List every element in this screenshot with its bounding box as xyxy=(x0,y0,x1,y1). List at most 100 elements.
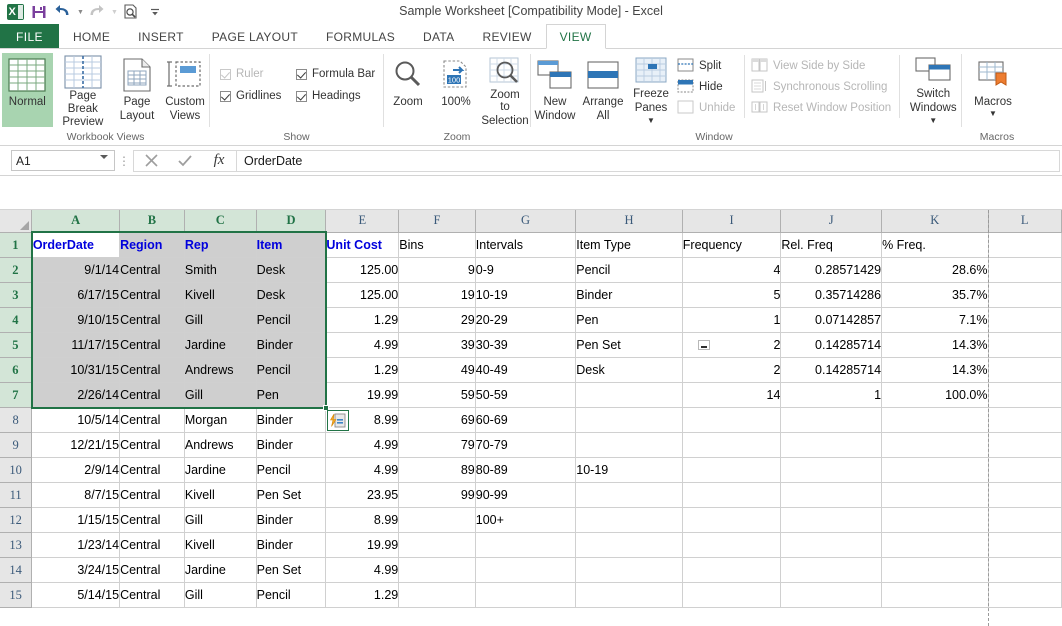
checkbox-headings[interactable]: Headings xyxy=(296,85,381,107)
cell-J15[interactable] xyxy=(781,583,882,608)
row-header-14[interactable]: 14 xyxy=(0,558,32,583)
cell-D6[interactable]: Pencil xyxy=(256,358,326,383)
cell-C12[interactable]: Gill xyxy=(184,508,256,533)
cell-H15[interactable] xyxy=(576,583,683,608)
cell-D8[interactable]: Binder xyxy=(256,408,326,433)
column-header-K[interactable]: K xyxy=(882,210,988,232)
split-button[interactable]: Split xyxy=(675,55,740,76)
cell-L3[interactable] xyxy=(988,283,1062,308)
cell-J8[interactable] xyxy=(781,408,882,433)
row-header-6[interactable]: 6 xyxy=(0,358,32,383)
cell-K13[interactable] xyxy=(882,533,988,558)
macros-button[interactable]: Macros ▼ xyxy=(962,53,1024,127)
cell-F9[interactable]: 79 xyxy=(399,433,476,458)
zoom-button[interactable]: Zoom xyxy=(384,53,432,127)
cell-J12[interactable] xyxy=(781,508,882,533)
cell-C14[interactable]: Jardine xyxy=(184,558,256,583)
cell-H5[interactable]: Pen Set xyxy=(576,333,683,358)
cell-J2[interactable]: 0.28571429 xyxy=(781,258,882,283)
cell-F13[interactable] xyxy=(399,533,476,558)
cell-J4[interactable]: 0.07142857 xyxy=(781,308,882,333)
cell-B12[interactable]: Central xyxy=(120,508,185,533)
cell-A14[interactable]: 3/24/15 xyxy=(32,558,120,583)
cell-B5[interactable]: Central xyxy=(120,333,185,358)
tab-view[interactable]: VIEW xyxy=(546,24,606,49)
cell-C8[interactable]: Morgan xyxy=(184,408,256,433)
cell-H14[interactable] xyxy=(576,558,683,583)
cell-E14[interactable]: 4.99 xyxy=(326,558,399,583)
cell-A15[interactable]: 5/14/15 xyxy=(32,583,120,608)
cell-I5[interactable]: 2 xyxy=(682,333,781,358)
cell-E10[interactable]: 4.99 xyxy=(326,458,399,483)
column-header-E[interactable]: E xyxy=(326,210,399,232)
switch-windows-dropdown-icon[interactable]: ▼ xyxy=(929,116,937,125)
cell-H9[interactable] xyxy=(576,433,683,458)
cell-I15[interactable] xyxy=(682,583,781,608)
cell-F4[interactable]: 29 xyxy=(399,308,476,333)
cell-L2[interactable] xyxy=(988,258,1062,283)
cell-L15[interactable] xyxy=(988,583,1062,608)
cell-K2[interactable]: 28.6% xyxy=(882,258,988,283)
cell-L13[interactable] xyxy=(988,533,1062,558)
cell-J1[interactable]: Rel. Freq xyxy=(781,232,882,258)
zoom-100-button[interactable]: 100 100% xyxy=(432,53,480,127)
new-window-button[interactable]: New Window xyxy=(531,53,579,127)
cell-L9[interactable] xyxy=(988,433,1062,458)
cell-F7[interactable]: 59 xyxy=(399,383,476,408)
cell-A13[interactable]: 1/23/14 xyxy=(32,533,120,558)
page-layout-button[interactable]: Page Layout xyxy=(113,53,161,127)
cell-E11[interactable]: 23.95 xyxy=(326,483,399,508)
freeze-panes-button[interactable]: Freeze Panes ▼ xyxy=(627,53,675,127)
column-header-G[interactable]: G xyxy=(475,210,576,232)
row-header-10[interactable]: 10 xyxy=(0,458,32,483)
cell-B13[interactable]: Central xyxy=(120,533,185,558)
tab-insert[interactable]: INSERT xyxy=(124,24,198,49)
cell-I6[interactable]: 2 xyxy=(682,358,781,383)
cell-B2[interactable]: Central xyxy=(120,258,185,283)
row-header-4[interactable]: 4 xyxy=(0,308,32,333)
cell-K10[interactable] xyxy=(882,458,988,483)
row-header-2[interactable]: 2 xyxy=(0,258,32,283)
name-box-dropdown-icon[interactable] xyxy=(100,159,108,173)
cell-L11[interactable] xyxy=(988,483,1062,508)
cell-A5[interactable]: 11/17/15 xyxy=(32,333,120,358)
cell-C4[interactable]: Gill xyxy=(184,308,256,333)
column-header-A[interactable]: A xyxy=(32,210,120,232)
cell-K8[interactable] xyxy=(882,408,988,433)
cell-B6[interactable]: Central xyxy=(120,358,185,383)
cell-E1[interactable]: Unit Cost xyxy=(326,232,399,258)
row-header-8[interactable]: 8 xyxy=(0,408,32,433)
cell-G15[interactable] xyxy=(475,583,576,608)
cell-B3[interactable]: Central xyxy=(120,283,185,308)
tab-formulas[interactable]: FORMULAS xyxy=(312,24,409,49)
cell-I12[interactable] xyxy=(682,508,781,533)
cell-A7[interactable]: 2/26/14 xyxy=(32,383,120,408)
cell-C9[interactable]: Andrews xyxy=(184,433,256,458)
insert-function-button[interactable]: fx xyxy=(202,150,236,172)
switch-windows-button[interactable]: Switch Windows ▼ xyxy=(906,53,961,127)
cell-A6[interactable]: 10/31/15 xyxy=(32,358,120,383)
cell-J6[interactable]: 0.14285714 xyxy=(781,358,882,383)
cell-F1[interactable]: Bins xyxy=(399,232,476,258)
cell-F14[interactable] xyxy=(399,558,476,583)
cell-H11[interactable] xyxy=(576,483,683,508)
column-header-L[interactable]: L xyxy=(988,210,1062,232)
cell-L12[interactable] xyxy=(988,508,1062,533)
cell-D3[interactable]: Desk xyxy=(256,283,326,308)
cell-E15[interactable]: 1.29 xyxy=(326,583,399,608)
cell-B11[interactable]: Central xyxy=(120,483,185,508)
cell-A8[interactable]: 10/5/14 xyxy=(32,408,120,433)
cell-G2[interactable]: 0-9 xyxy=(475,258,576,283)
cell-C3[interactable]: Kivell xyxy=(184,283,256,308)
cell-K7[interactable]: 100.0% xyxy=(882,383,988,408)
cell-H6[interactable]: Desk xyxy=(576,358,683,383)
cell-I7[interactable]: 14 xyxy=(682,383,781,408)
cell-G10[interactable]: 80-89 xyxy=(475,458,576,483)
cell-H8[interactable] xyxy=(576,408,683,433)
cell-J3[interactable]: 0.35714286 xyxy=(781,283,882,308)
zoom-to-selection-button[interactable]: Zoom to Selection xyxy=(480,53,530,127)
cell-G4[interactable]: 20-29 xyxy=(475,308,576,333)
tab-data[interactable]: DATA xyxy=(409,24,468,49)
cell-A11[interactable]: 8/7/15 xyxy=(32,483,120,508)
cell-K3[interactable]: 35.7% xyxy=(882,283,988,308)
